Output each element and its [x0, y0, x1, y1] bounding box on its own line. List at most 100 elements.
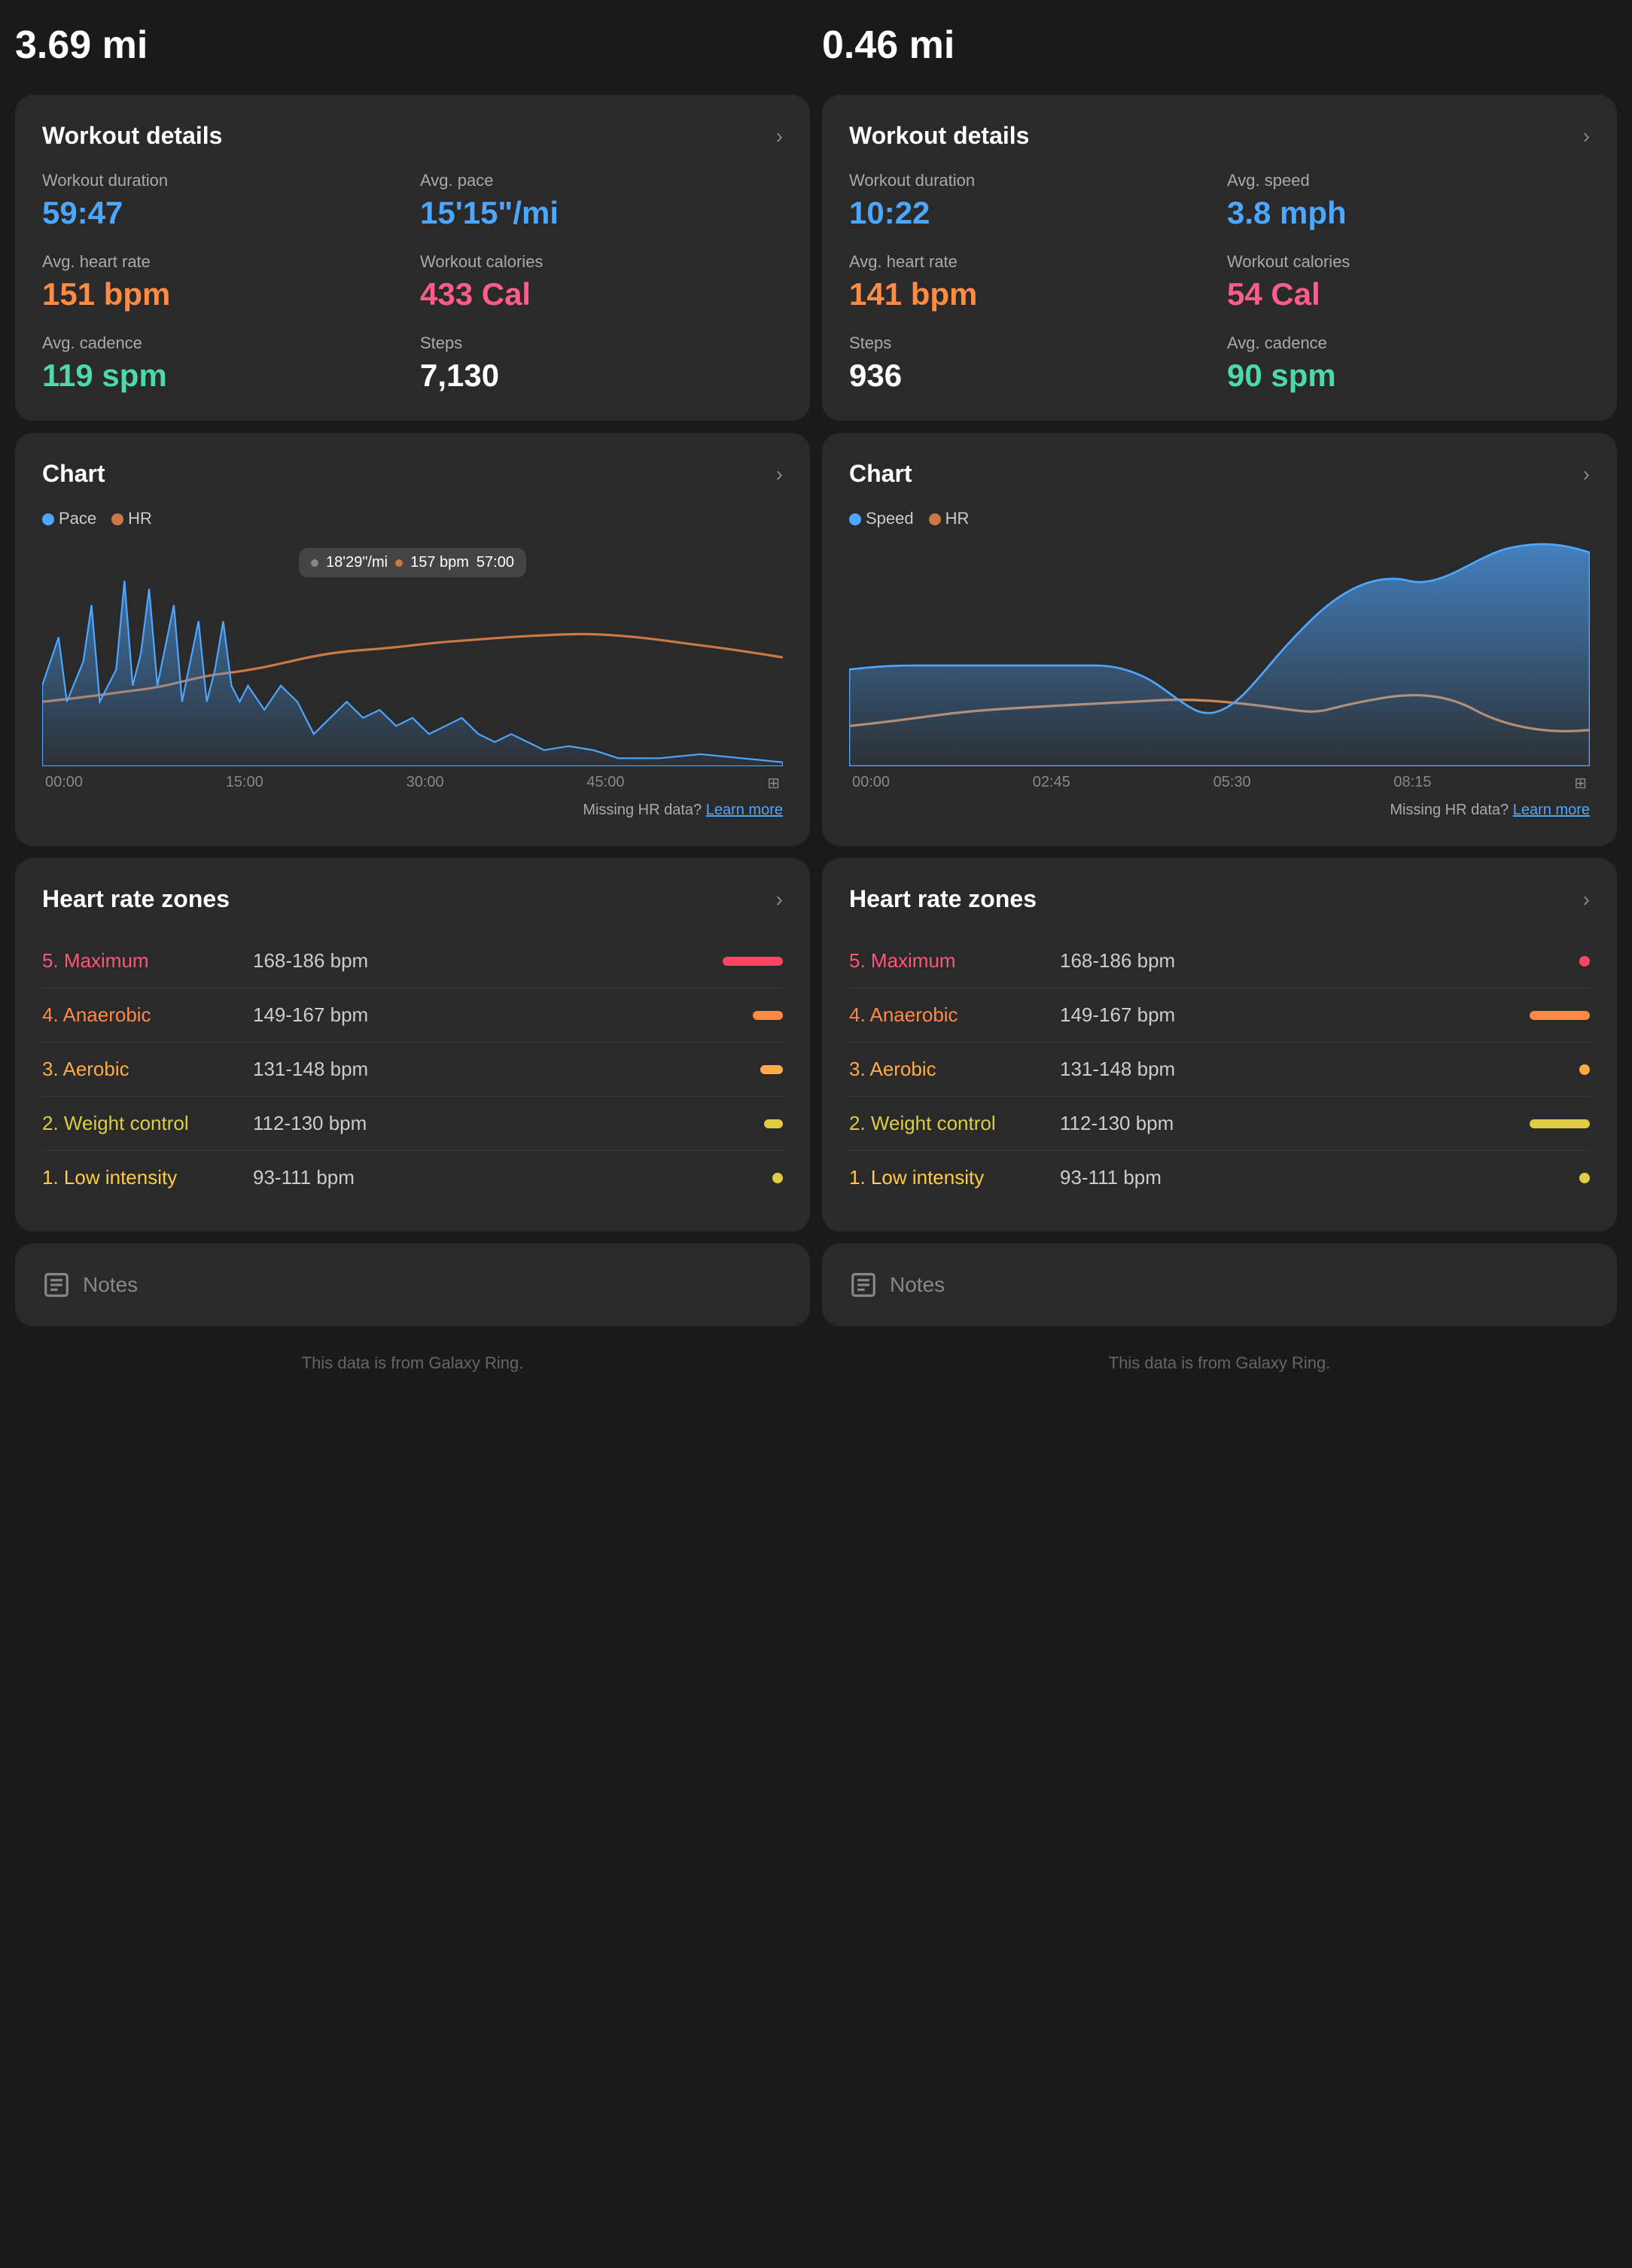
- right-stat-1-label: Avg. speed: [1227, 171, 1590, 190]
- left-x-1: 15:00: [226, 774, 263, 793]
- left-chart-header: Chart ›: [42, 460, 783, 488]
- right-speed-dot: [849, 513, 861, 525]
- left-footer-col: This data is from Galaxy Ring.: [15, 1338, 810, 1381]
- right-title: 0.46 mi: [822, 15, 1617, 83]
- left-zone-5-name: 5. Maximum: [42, 949, 253, 973]
- left-stat-0-label: Workout duration: [42, 171, 405, 190]
- right-zone-2-bpm: 112-130 bpm: [1060, 1112, 1530, 1135]
- left-stat-2-value: 151 bpm: [42, 276, 405, 312]
- left-chart-legend: Pace HR: [42, 509, 783, 528]
- right-zone-4-name: 4. Anaerobic: [849, 1003, 1060, 1027]
- left-stat-5-label: Steps: [420, 333, 783, 353]
- right-stat-3-label: Workout calories: [1227, 252, 1590, 272]
- left-stats-grid: Workout duration 59:47 Avg. pace 15'15"/…: [42, 171, 783, 394]
- app-container: 3.69 mi 0.46 mi Workout details › Workou…: [0, 0, 1632, 1396]
- tooltip-hr-dot: [395, 559, 403, 567]
- right-chart-legend: Speed HR: [849, 509, 1590, 528]
- tooltip-pace-dot: [311, 559, 318, 567]
- right-stat-3: Workout calories 54 Cal: [1227, 252, 1590, 312]
- right-chart-title: Chart: [849, 460, 912, 488]
- left-stat-4-value: 119 spm: [42, 358, 405, 394]
- left-notes-col: Notes: [15, 1244, 810, 1326]
- right-wd-chevron[interactable]: ›: [1583, 124, 1590, 148]
- left-notes-card[interactable]: Notes: [15, 1244, 810, 1326]
- right-zone-5-bar: [1579, 956, 1590, 967]
- charts-row: Chart › Pace HR 18'29"/mi: [15, 433, 1617, 846]
- left-hr-zone-1: 1. Low intensity 93-111 bpm: [42, 1151, 783, 1204]
- right-stat-4: Steps 936: [849, 333, 1212, 394]
- right-learn-more-link[interactable]: Learn more: [1513, 802, 1590, 818]
- right-hr-chevron[interactable]: ›: [1583, 887, 1590, 912]
- left-hr-chevron[interactable]: ›: [776, 887, 783, 912]
- left-chart-col: Chart › Pace HR 18'29"/mi: [15, 433, 810, 846]
- right-stat-2: Avg. heart rate 141 bpm: [849, 252, 1212, 312]
- right-hr-header: Heart rate zones ›: [849, 885, 1590, 913]
- left-stat-5: Steps 7,130: [420, 333, 783, 394]
- left-stat-1-value: 15'15"/mi: [420, 195, 783, 231]
- right-stat-5: Avg. cadence 90 spm: [1227, 333, 1590, 394]
- right-notes-icon: [849, 1271, 878, 1299]
- left-chart-chevron[interactable]: ›: [776, 462, 783, 486]
- right-zone-3-bar: [1579, 1064, 1590, 1075]
- notes-row: Notes Notes: [15, 1244, 1617, 1326]
- left-zone-2-bpm: 112-130 bpm: [253, 1112, 764, 1135]
- left-wd-title: Workout details: [42, 122, 222, 150]
- left-zone-5-bar: [723, 957, 783, 966]
- left-hr-header: Heart rate zones ›: [42, 885, 783, 913]
- right-stat-2-label: Avg. heart rate: [849, 252, 1212, 272]
- right-chart-header: Chart ›: [849, 460, 1590, 488]
- right-hr-zone-1: 1. Low intensity 93-111 bpm: [849, 1151, 1590, 1204]
- left-hr-dot: [111, 513, 123, 525]
- left-x-3: 45:00: [586, 774, 624, 793]
- left-zone-3-name: 3. Aerobic: [42, 1058, 253, 1081]
- right-chart-chevron[interactable]: ›: [1583, 462, 1590, 486]
- left-hr-zone-4: 4. Anaerobic 149-167 bpm: [42, 988, 783, 1043]
- right-hr-col: Heart rate zones › 5. Maximum 168-186 bp…: [822, 858, 1617, 1231]
- left-zone-3-bpm: 131-148 bpm: [253, 1058, 760, 1081]
- left-hr-zone-2: 2. Weight control 112-130 bpm: [42, 1097, 783, 1151]
- left-hr-card: Heart rate zones › 5. Maximum 168-186 bp…: [15, 858, 810, 1231]
- right-hr-zone-5: 5. Maximum 168-186 bpm: [849, 934, 1590, 988]
- right-x-2: 05:30: [1213, 774, 1251, 793]
- right-stat-1-value: 3.8 mph: [1227, 195, 1590, 231]
- left-workout-details-card: Workout details › Workout duration 59:47…: [15, 95, 810, 421]
- right-zone-2-bar: [1530, 1119, 1590, 1128]
- left-stat-3: Workout calories 433 Cal: [420, 252, 783, 312]
- left-x-0: 00:00: [45, 774, 83, 793]
- left-zone-1-name: 1. Low intensity: [42, 1166, 253, 1189]
- right-stat-4-label: Steps: [849, 333, 1212, 353]
- left-notes-icon: [42, 1271, 71, 1299]
- left-learn-more-link[interactable]: Learn more: [706, 802, 783, 818]
- left-x-labels: 00:00 15:00 30:00 45:00 ⊞: [42, 774, 783, 793]
- right-notes-card[interactable]: Notes: [822, 1244, 1617, 1326]
- right-hr-dot: [929, 513, 941, 525]
- right-stat-4-value: 936: [849, 358, 1212, 394]
- left-wd-chevron[interactable]: ›: [776, 124, 783, 148]
- hr-zones-row: Heart rate zones › 5. Maximum 168-186 bp…: [15, 858, 1617, 1231]
- left-stat-4-label: Avg. cadence: [42, 333, 405, 353]
- right-zone-2-name: 2. Weight control: [849, 1112, 1060, 1135]
- right-stat-0-value: 10:22: [849, 195, 1212, 231]
- right-wd-title: Workout details: [849, 122, 1029, 150]
- right-footer-col: This data is from Galaxy Ring.: [822, 1338, 1617, 1381]
- right-workout-details-col: Workout details › Workout duration 10:22…: [822, 95, 1617, 421]
- left-stat-0-value: 59:47: [42, 195, 405, 231]
- tooltip-hr-value: 157 bpm: [410, 554, 469, 571]
- workout-details-row: Workout details › Workout duration 59:47…: [15, 95, 1617, 421]
- right-hr-zone-4: 4. Anaerobic 149-167 bpm: [849, 988, 1590, 1043]
- left-zone-4-name: 4. Anaerobic: [42, 1003, 253, 1027]
- right-chart-area: [849, 540, 1590, 766]
- left-stat-1: Avg. pace 15'15"/mi: [420, 171, 783, 231]
- right-stat-5-label: Avg. cadence: [1227, 333, 1590, 353]
- left-chart-footer: Missing HR data? Learn more: [42, 802, 783, 819]
- tooltip-pace-value: 18'29"/mi: [326, 554, 388, 571]
- right-notes-col: Notes: [822, 1244, 1617, 1326]
- left-x-icon: ⊞: [767, 774, 780, 793]
- right-notes-label: Notes: [890, 1273, 945, 1297]
- right-legend-speed: Speed: [849, 509, 914, 528]
- left-zone-1-bpm: 93-111 bpm: [253, 1166, 772, 1189]
- right-chart-svg: [849, 540, 1590, 766]
- right-missing-hr: Missing HR data?: [1390, 802, 1509, 818]
- left-zone-2-bar: [764, 1119, 783, 1128]
- right-footer: This data is from Galaxy Ring.: [822, 1338, 1617, 1381]
